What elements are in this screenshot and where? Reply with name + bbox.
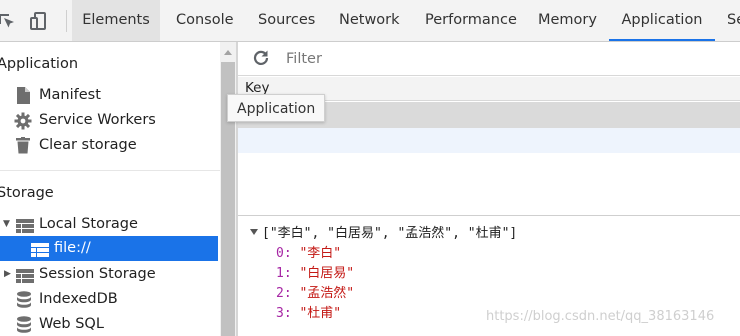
tab-memory[interactable]: Memory xyxy=(538,0,597,41)
sidebar-item-label: Service Workers xyxy=(39,112,156,128)
collapse-arrow-icon[interactable]: ▶ xyxy=(4,262,11,287)
sidebar-item-label: IndexedDB xyxy=(39,291,118,307)
tab-console[interactable]: Console xyxy=(176,0,234,41)
tab-label: Performance xyxy=(425,12,517,28)
entry-value: "白居易" xyxy=(299,266,355,281)
table-row-empty[interactable] xyxy=(238,128,740,153)
preview-entry: 3: "杜甫" xyxy=(276,302,341,321)
tab-performance[interactable]: Performance xyxy=(425,0,517,41)
sidebar-item-web-sql[interactable]: Web SQL xyxy=(0,312,220,336)
sidebar-divider xyxy=(0,170,220,171)
sidebar-item-session-storage[interactable]: ▶ Session Storage xyxy=(0,262,220,287)
sidebar-item-indexeddb[interactable]: IndexedDB xyxy=(0,287,220,312)
tab-label: Elements xyxy=(82,12,150,28)
tab-network[interactable]: Network xyxy=(339,0,400,41)
trash-icon xyxy=(16,137,30,163)
expand-arrow-icon[interactable] xyxy=(250,229,258,235)
tab-elements[interactable]: Elements xyxy=(72,0,160,41)
tab-label: Se xyxy=(727,12,740,28)
database-icon xyxy=(16,316,32,336)
sidebar-item-local-storage[interactable]: ▼ Local Storage xyxy=(0,212,220,237)
devtools-tab-bar: Elements Console Sources Network Perform… xyxy=(0,0,740,42)
entry-value: "杜甫" xyxy=(299,306,342,321)
tab-label: Application xyxy=(621,12,703,28)
sidebar-item-clear-storage[interactable]: Clear storage xyxy=(0,133,220,158)
tab-label: Network xyxy=(339,12,400,28)
filter-input[interactable] xyxy=(278,47,740,71)
preview-entry: 1: "白居易" xyxy=(276,262,354,281)
tab-application[interactable]: Application xyxy=(609,0,715,41)
sidebar-item-manifest[interactable]: Manifest xyxy=(0,83,220,108)
tab-security[interactable]: Se xyxy=(727,0,740,41)
section-heading-application: Application xyxy=(0,56,79,72)
sidebar-item-label: Web SQL xyxy=(39,316,104,332)
tooltip: Application xyxy=(227,94,326,122)
sidebar-item-label: Local Storage xyxy=(39,216,138,232)
device-toggle-icon[interactable] xyxy=(30,12,50,34)
tab-sources[interactable]: Sources xyxy=(258,0,315,41)
sidebar-item-label: Session Storage xyxy=(39,266,156,282)
sidebar-item-label: Clear storage xyxy=(39,137,137,153)
sidebar-item-label: Manifest xyxy=(39,87,101,103)
refresh-icon[interactable] xyxy=(252,49,270,71)
watermark: https://blog.csdn.net/qq_38163146 xyxy=(486,309,715,324)
storage-table-body xyxy=(238,153,740,215)
preview-entry: 0: "李白" xyxy=(276,242,341,261)
sidebar-item-file-origin[interactable]: file:// xyxy=(0,236,218,261)
application-sidebar: Application Manifest Service Workers Cle… xyxy=(0,42,220,336)
sidebar-item-label: file:// xyxy=(54,240,91,256)
tab-label: Sources xyxy=(258,12,316,28)
entry-index: 3: xyxy=(276,306,292,321)
sidebar-item-service-workers[interactable]: Service Workers xyxy=(0,108,220,133)
section-heading-storage: Storage xyxy=(0,185,54,201)
preview-summary[interactable]: ["李白", "白居易", "孟浩然", "杜甫"] xyxy=(262,222,517,241)
entry-value: "李白" xyxy=(299,246,342,261)
tab-label: Memory xyxy=(538,12,597,28)
preview-entry: 2: "孟浩然" xyxy=(276,282,354,301)
tab-label: Console xyxy=(176,12,234,28)
entry-index: 0: xyxy=(276,246,292,261)
expand-arrow-icon[interactable]: ▼ xyxy=(3,212,10,237)
scroll-up-arrow-icon[interactable] xyxy=(224,50,232,55)
toolbar-divider xyxy=(66,10,67,32)
inspect-icon[interactable] xyxy=(0,12,16,34)
entry-index: 2: xyxy=(276,286,292,301)
entry-index: 1: xyxy=(276,266,292,281)
entry-value: "孟浩然" xyxy=(299,286,355,301)
